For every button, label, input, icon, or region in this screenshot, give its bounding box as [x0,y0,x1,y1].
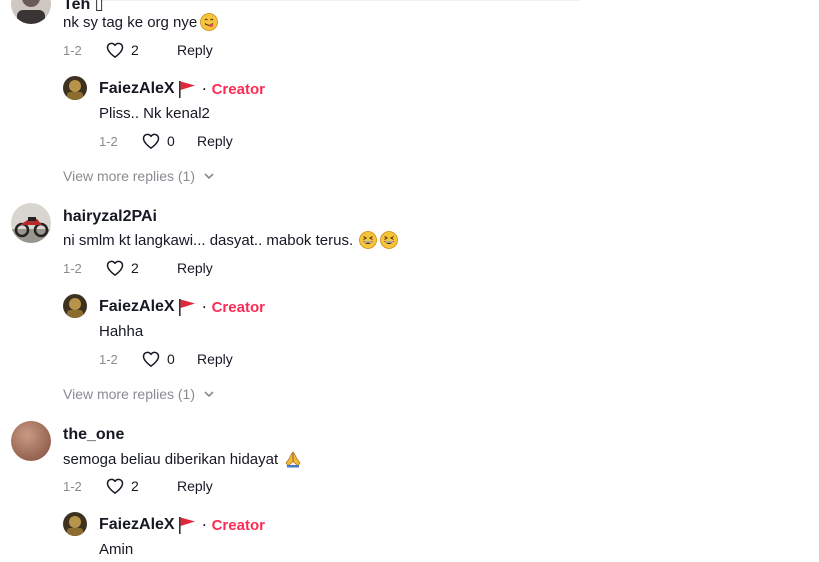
comment-meta: 1-2 2 Reply [63,258,213,278]
like-count: 2 [131,478,139,494]
chevron-down-icon [204,391,214,398]
reply-author: FaiezAleX · Creator [99,298,265,316]
view-more-label: View more replies (1) [63,386,196,402]
heart-outline-icon [142,133,160,149]
reply-username[interactable]: FaiezAleX [99,298,175,316]
grinning-squinting-face-emoji-icon [359,231,378,249]
creator-badge: Creator [211,298,265,316]
savoring-face-emoji-icon [200,13,219,31]
separator-dot: · [202,518,207,532]
like-count: 0 [167,351,175,367]
view-more-replies-button[interactable]: View more replies (1) [63,386,215,402]
comment-text-body: ni smlm kt langkawi... dasyat.. mabok te… [63,231,354,249]
reply-button[interactable]: Reply [197,133,233,149]
comment-username[interactable]: Teh ▯ [63,0,104,14]
red-flag-icon [177,298,197,316]
reply-meta: 1-2 0 Reply [99,131,233,151]
heart-outline-icon [106,260,124,276]
separator-dot: · [202,300,207,314]
reply-date: 1-2 [99,351,118,367]
reply-author: FaiezAleX · Creator [99,80,265,98]
avatar[interactable] [11,421,51,461]
like-count: 0 [167,133,175,149]
creator-badge: Creator [211,80,265,98]
like-count: 2 [131,260,139,276]
comment-username[interactable]: hairyzal2PAi [63,208,157,226]
like-count: 2 [131,42,139,58]
reply-button[interactable]: Reply [197,351,233,367]
like-button[interactable]: 2 [105,40,177,60]
heart-outline-icon [142,351,160,367]
comment-date: 1-2 [63,260,82,276]
reply-text: Pliss.. Nk kenal2 [99,105,210,122]
reply-text: Amin [99,541,134,558]
reply-date: 1-2 [99,133,118,149]
comment-text-body: nk sy tag ke org nye [63,13,198,31]
view-more-label: View more replies (1) [63,168,196,184]
heart-outline-icon [106,42,124,58]
comment-text-body: semoga beliau diberikan hidayat [63,450,279,468]
reply-text: Hahha [99,323,144,340]
comment-meta: 1-2 2 Reply [63,40,213,60]
creator-avatar[interactable] [63,512,87,536]
reply-like-button[interactable]: 0 [141,131,197,151]
creator-avatar[interactable] [63,76,87,100]
reply-button[interactable]: Reply [177,42,213,58]
top-divider [100,0,580,1]
heart-outline-icon [106,478,124,494]
grinning-squinting-face-emoji-icon [380,231,399,249]
red-flag-icon [177,80,197,98]
like-button[interactable]: 2 [105,258,177,278]
reply-like-button[interactable]: 0 [141,349,197,369]
reply-meta: 1-2 0 Reply [99,349,233,369]
reply-button[interactable]: Reply [177,260,213,276]
reply-username[interactable]: FaiezAleX [99,80,175,98]
comment-text: ni smlm kt langkawi... dasyat.. mabok te… [63,231,399,249]
avatar[interactable] [11,0,51,24]
separator-dot: · [202,82,207,96]
comment-text: semoga beliau diberikan hidayat [63,450,302,468]
comment-date: 1-2 [63,478,82,494]
red-flag-icon [177,516,197,534]
reply-author: FaiezAleX · Creator [99,516,265,534]
comment-date: 1-2 [63,42,82,58]
like-button[interactable]: 2 [105,476,177,496]
reply-button[interactable]: Reply [177,478,213,494]
comment-text: nk sy tag ke org nye [63,13,219,31]
avatar[interactable] [11,203,51,243]
chevron-down-icon [204,173,214,180]
view-more-replies-button[interactable]: View more replies (1) [63,168,215,184]
comment-meta: 1-2 2 Reply [63,476,213,496]
comment-username[interactable]: the_one [63,426,124,444]
creator-badge: Creator [211,516,265,534]
creator-avatar[interactable] [63,294,87,318]
folded-hands-emoji-icon [284,450,302,468]
reply-username[interactable]: FaiezAleX [99,516,175,534]
